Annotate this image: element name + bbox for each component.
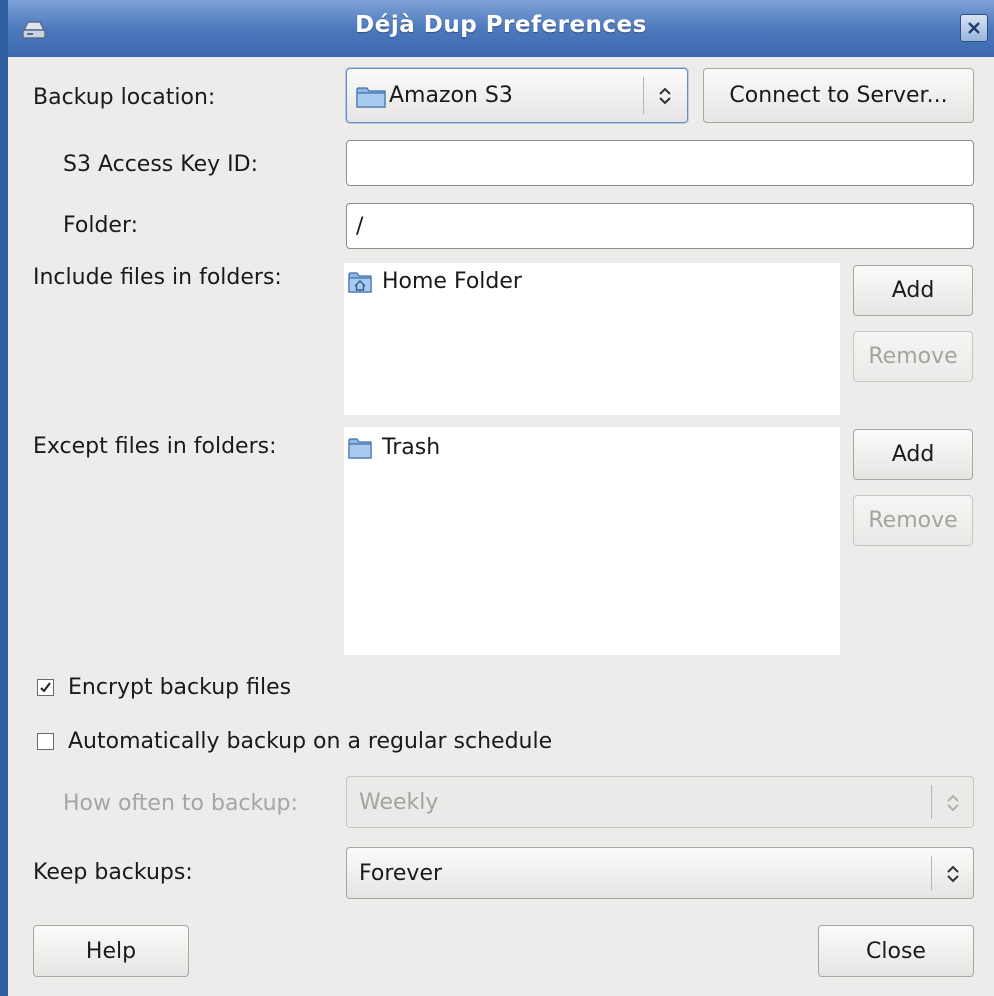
backup-location-value: Amazon S3 — [389, 83, 513, 108]
auto-backup-label: Automatically backup on a regular schedu… — [68, 729, 553, 754]
how-often-value: Weekly — [359, 789, 439, 815]
except-folders-label: Except files in folders: — [33, 434, 277, 459]
include-folders-label: Include files in folders: — [33, 265, 282, 290]
close-window-button[interactable] — [960, 14, 988, 42]
trash-folder-icon — [348, 437, 372, 459]
auto-backup-checkbox[interactable]: Automatically backup on a regular schedu… — [37, 729, 552, 754]
help-button[interactable]: Help — [33, 925, 189, 977]
chevron-updown-icon — [947, 794, 959, 812]
except-folders-list[interactable]: Trash — [344, 427, 840, 655]
keep-backups-label: Keep backups: — [33, 860, 193, 885]
s3-access-key-label: S3 Access Key ID: — [63, 152, 258, 177]
encrypt-label: Encrypt backup files — [68, 675, 292, 700]
except-remove-button[interactable]: Remove — [853, 495, 973, 546]
include-remove-button[interactable]: Remove — [853, 331, 973, 382]
preferences-window: Déjà Dup Preferences Backup location: Am… — [8, 0, 994, 996]
s3-access-key-input[interactable] — [346, 140, 974, 186]
checkbox-box[interactable] — [37, 679, 54, 696]
list-item[interactable]: Trash — [348, 435, 440, 460]
include-add-button[interactable]: Add — [853, 265, 973, 316]
folder-input[interactable]: / — [346, 203, 974, 249]
window-title: Déjà Dup Preferences — [355, 12, 647, 38]
how-often-label: How often to backup: — [63, 791, 298, 816]
close-button[interactable]: Close — [818, 925, 974, 977]
include-item-label: Home Folder — [382, 269, 522, 294]
backup-location-combo[interactable]: Amazon S3 — [346, 68, 688, 123]
how-often-combo[interactable]: Weekly — [346, 776, 974, 828]
folder-label: Folder: — [63, 213, 139, 238]
connect-to-server-button[interactable]: Connect to Server... — [703, 68, 974, 123]
close-icon — [968, 22, 980, 34]
encrypt-checkbox[interactable]: Encrypt backup files — [37, 675, 291, 700]
keep-backups-value: Forever — [359, 860, 443, 886]
chevron-updown-icon — [947, 865, 959, 883]
titlebar[interactable]: Déjà Dup Preferences — [8, 0, 994, 57]
except-item-label: Trash — [382, 435, 441, 460]
checkmark-icon — [40, 682, 51, 693]
folder-icon — [356, 87, 386, 108]
include-folders-list[interactable]: Home Folder — [344, 263, 840, 415]
home-folder-icon — [348, 271, 372, 293]
chevron-updown-icon — [659, 87, 671, 105]
backup-location-label: Backup location: — [33, 85, 216, 110]
list-item[interactable]: Home Folder — [348, 269, 522, 294]
keep-backups-combo[interactable]: Forever — [346, 847, 974, 899]
except-add-button[interactable]: Add — [853, 429, 973, 480]
checkbox-box[interactable] — [37, 733, 54, 750]
